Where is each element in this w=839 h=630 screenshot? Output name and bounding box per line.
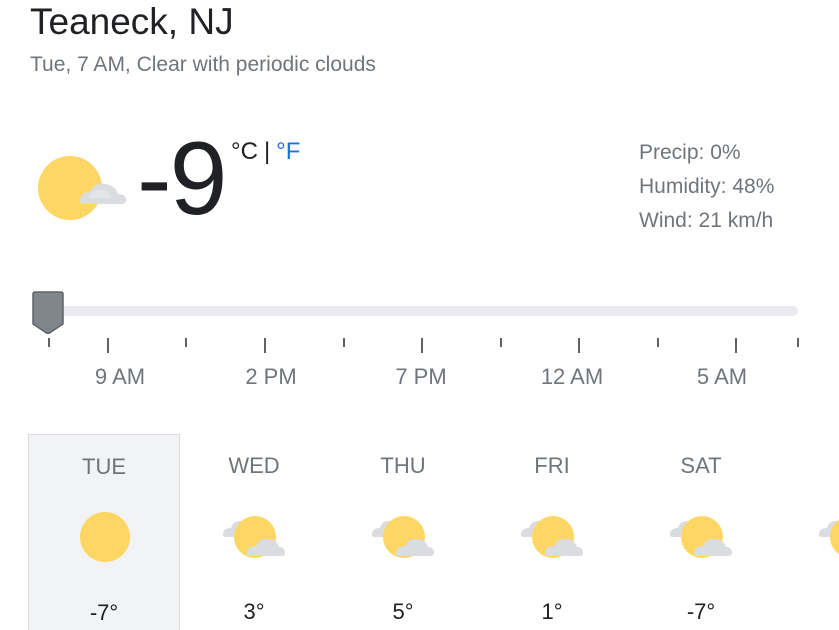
current-temperature: -9 bbox=[137, 121, 227, 237]
partly-cloudy-icon bbox=[815, 508, 839, 564]
day-temperature: - bbox=[774, 598, 839, 626]
wind-value: Wind: 21 km/h bbox=[639, 209, 774, 232]
unit-toggle: °C | °F bbox=[231, 138, 300, 166]
timeline-tick bbox=[797, 338, 799, 347]
forecast-day-sat[interactable]: SAT -7° bbox=[625, 434, 777, 630]
timeline-track[interactable] bbox=[44, 306, 798, 316]
hourly-timeline[interactable]: 9 AM 2 PM 7 PM 12 AM 5 AM bbox=[30, 286, 805, 396]
timeline-tick bbox=[107, 338, 109, 353]
partly-cloudy-icon bbox=[517, 508, 587, 564]
timeline-tick bbox=[657, 338, 659, 347]
sun-icon bbox=[70, 509, 140, 565]
daily-forecast: TUE -7° WED 3° THU 5° FRI 1° SAT -7° bbox=[28, 434, 839, 630]
day-name: WED bbox=[228, 453, 280, 478]
day-name: THU bbox=[380, 453, 426, 478]
timeline-slider-handle[interactable] bbox=[31, 290, 65, 335]
timeline-tick bbox=[48, 338, 50, 347]
unit-separator: | bbox=[263, 138, 271, 165]
partly-cloudy-icon bbox=[666, 508, 736, 564]
day-temperature: 3° bbox=[243, 599, 265, 624]
timeline-tick bbox=[264, 338, 266, 353]
day-name: FRI bbox=[534, 453, 570, 478]
forecast-day-thu[interactable]: THU 5° bbox=[327, 434, 479, 630]
day-name: S bbox=[774, 452, 839, 480]
weather-subtitle: Tue, 7 AM, Clear with periodic clouds bbox=[30, 53, 376, 76]
timeline-tick bbox=[421, 338, 423, 353]
location-title: Teaneck, NJ bbox=[30, 1, 234, 42]
timeline-label: 12 AM bbox=[540, 364, 604, 389]
timeline-tick bbox=[185, 338, 187, 347]
day-temperature: 1° bbox=[541, 599, 563, 624]
day-name: SAT bbox=[680, 453, 722, 478]
timeline-label: 7 PM bbox=[395, 364, 447, 389]
weather-details: Precip: 0% Humidity: 48% Wind: 21 km/h bbox=[639, 136, 774, 238]
timeline-tick bbox=[578, 338, 580, 353]
day-name: TUE bbox=[82, 454, 126, 479]
day-temperature: 5° bbox=[392, 599, 414, 624]
forecast-day-sun[interactable]: S - bbox=[774, 434, 839, 630]
celsius-toggle[interactable]: °C bbox=[231, 138, 258, 165]
timeline-tick bbox=[500, 338, 502, 347]
day-temperature: -7° bbox=[89, 600, 119, 625]
partly-cloudy-icon bbox=[219, 508, 289, 564]
timeline-label: 2 PM bbox=[245, 364, 297, 389]
sun-with-cloud-icon bbox=[32, 150, 132, 225]
forecast-day-fri[interactable]: FRI 1° bbox=[476, 434, 628, 630]
forecast-day-tue[interactable]: TUE -7° bbox=[28, 434, 180, 630]
timeline-tick bbox=[343, 338, 345, 347]
forecast-day-wed[interactable]: WED 3° bbox=[178, 434, 330, 630]
day-temperature: -7° bbox=[686, 599, 716, 624]
timeline-label: 9 AM bbox=[94, 364, 146, 389]
precip-value: Precip: 0% bbox=[639, 141, 741, 164]
timeline-label: 5 AM bbox=[696, 364, 748, 389]
partly-cloudy-icon bbox=[368, 508, 438, 564]
humidity-value: Humidity: 48% bbox=[639, 175, 775, 198]
fahrenheit-toggle[interactable]: °F bbox=[276, 138, 300, 165]
timeline-tick bbox=[735, 338, 737, 353]
